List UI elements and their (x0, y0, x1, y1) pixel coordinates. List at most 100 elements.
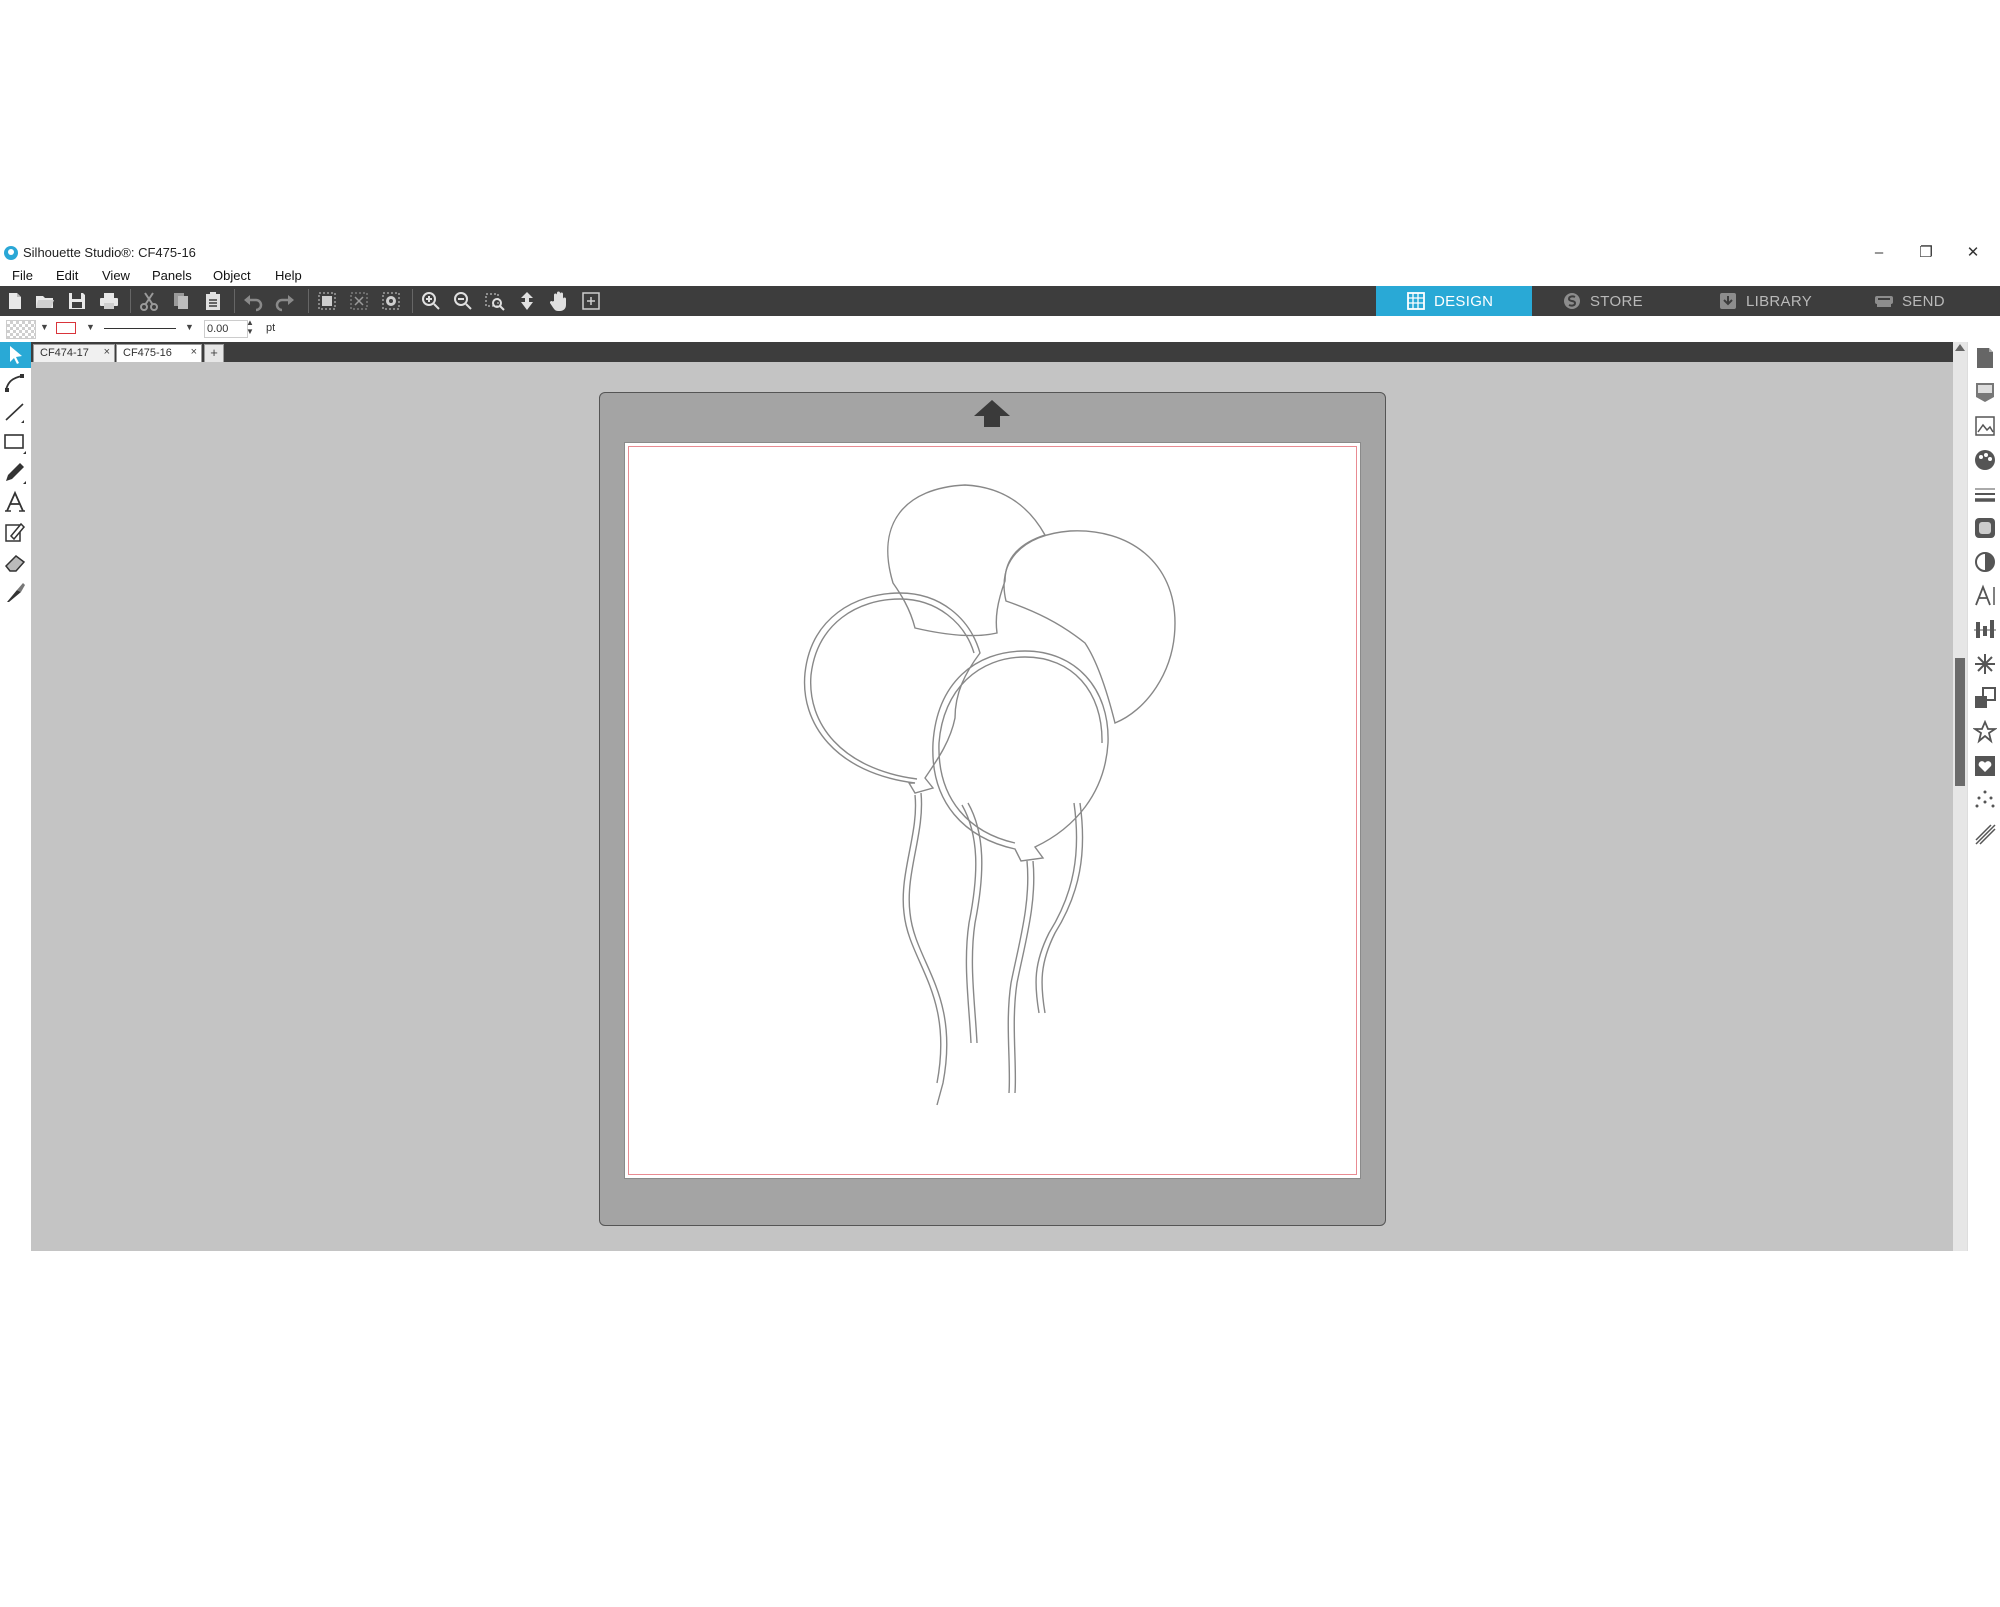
main-toolbar: DESIGN STORE LIBRARY SEND (0, 286, 2000, 316)
toolbar-separator (234, 289, 235, 313)
doc-tab-label: CF475-16 (123, 347, 172, 359)
fill-swatch[interactable] (6, 320, 36, 339)
toolbar-separator (130, 289, 131, 313)
shadow-icon[interactable] (1973, 550, 1997, 574)
balloons-design[interactable] (625, 443, 1360, 1178)
menu-view[interactable]: View (102, 268, 130, 283)
zoom-out-icon[interactable] (450, 289, 476, 313)
line-style-dropdown-arrow-icon[interactable]: ▼ (185, 322, 194, 332)
ungroup-icon[interactable] (346, 289, 372, 313)
pencil-tool-icon[interactable] (3, 460, 29, 486)
line-color-swatch[interactable] (56, 322, 76, 334)
edit-points-icon[interactable] (3, 370, 29, 396)
balloon-shape (803, 592, 981, 794)
menu-file[interactable]: File (12, 268, 33, 283)
doc-tab-close-button[interactable]: × (191, 346, 197, 358)
new-document-icon[interactable] (2, 289, 28, 313)
fill-color-icon[interactable] (1973, 448, 1997, 472)
line-tool-icon[interactable] (3, 400, 29, 426)
paste-icon[interactable] (200, 289, 226, 313)
library-download-icon (1720, 293, 1736, 309)
undo-icon[interactable] (240, 289, 266, 313)
line-style-preview[interactable] (104, 328, 176, 329)
fit-window-icon[interactable] (578, 289, 604, 313)
doc-tab-cf474-17[interactable]: CF474-17 × (33, 344, 115, 363)
pattern-fill-icon[interactable] (1973, 516, 1997, 540)
close-button[interactable]: ✕ (1951, 241, 1995, 265)
cutting-mat (599, 392, 1386, 1226)
open-folder-icon[interactable] (32, 289, 58, 313)
balloon-string (967, 802, 983, 1044)
menu-object[interactable]: Object (213, 268, 251, 283)
tab-send-label: SEND (1902, 293, 1945, 310)
new-tab-button[interactable]: + (204, 344, 224, 363)
tab-store[interactable]: STORE (1532, 286, 1688, 316)
store-logo-icon (1564, 293, 1580, 309)
tab-library[interactable]: LIBRARY (1688, 286, 1844, 316)
scroll-thumb[interactable] (1955, 658, 1965, 786)
copy-icon[interactable] (168, 289, 194, 313)
image-trace-icon[interactable] (1973, 414, 1997, 438)
balloon-string (902, 794, 942, 1084)
pan-hand-icon[interactable] (546, 289, 572, 313)
fit-to-page-icon[interactable] (514, 289, 540, 313)
menu-help[interactable]: Help (275, 268, 302, 283)
align-icon[interactable] (1973, 618, 1997, 642)
zoom-in-icon[interactable] (418, 289, 444, 313)
menu-edit[interactable]: Edit (56, 268, 78, 283)
cut-icon[interactable] (136, 289, 162, 313)
point-trace-icon[interactable] (1973, 788, 1997, 812)
sketch-icon[interactable] (1973, 822, 1997, 846)
scroll-up-arrow-icon[interactable] (1955, 344, 1965, 351)
restore-button[interactable]: ❐ (1904, 241, 1948, 265)
tab-library-label: LIBRARY (1746, 293, 1813, 310)
left-toolbar (0, 342, 31, 1251)
select-icon[interactable] (0, 342, 31, 368)
mat-load-direction-arrow-icon (974, 400, 1010, 427)
zoom-selection-icon[interactable] (482, 289, 508, 313)
toolbar-separator (412, 289, 413, 313)
minimize-button[interactable]: – (1857, 241, 1901, 265)
design-grid-icon (1407, 292, 1425, 310)
design-canvas[interactable] (31, 362, 1953, 1251)
replicate-icon[interactable] (1972, 719, 1998, 744)
print-icon[interactable] (96, 289, 122, 313)
line-color-dropdown-arrow-icon[interactable]: ▼ (86, 322, 95, 332)
registration-marks-icon[interactable] (1973, 380, 1997, 404)
rectangle-tool-icon[interactable] (3, 430, 29, 456)
page-setup-icon[interactable] (1973, 346, 1997, 370)
library-design-icon[interactable] (1973, 754, 1997, 778)
transform-icon[interactable] (1973, 652, 1997, 676)
line-width-unit: pt (266, 322, 276, 334)
doc-tab-close-button[interactable]: × (104, 346, 110, 358)
right-panel-toolbar (1967, 342, 2000, 1251)
doc-tab-cf475-16[interactable]: CF475-16 × (116, 344, 202, 363)
eraser-tool-icon[interactable] (3, 550, 29, 576)
save-icon[interactable] (64, 289, 90, 313)
menu-panels[interactable]: Panels (152, 268, 192, 283)
text-tool-icon[interactable] (3, 490, 29, 516)
fill-dropdown-arrow-icon[interactable]: ▼ (40, 322, 49, 332)
design-page[interactable] (624, 442, 1361, 1179)
line-width-stepper[interactable]: ▲ ▼ (246, 318, 254, 336)
balloon-string (1013, 860, 1035, 1094)
app-logo-icon (4, 246, 18, 260)
group-icon[interactable] (314, 289, 340, 313)
tab-send[interactable]: SEND (1844, 286, 2000, 316)
toolbar-separator (308, 289, 309, 313)
line-style-icon[interactable] (1973, 482, 1997, 506)
balloon-string (961, 804, 977, 1044)
vertical-scrollbar[interactable] (1953, 342, 1967, 1251)
balloon-shape (1003, 530, 1176, 724)
tab-design-label: DESIGN (1434, 293, 1494, 310)
cutter-machine-icon (1875, 296, 1893, 307)
tab-design[interactable]: DESIGN (1376, 286, 1532, 316)
text-style-icon[interactable] (1973, 584, 1997, 608)
offset-icon[interactable] (1973, 686, 1997, 710)
tab-store-label: STORE (1590, 293, 1643, 310)
fill-tool-icon[interactable] (3, 520, 29, 546)
line-width-input[interactable]: 0.00 (204, 320, 248, 338)
knife-tool-icon[interactable] (3, 580, 29, 606)
compound-path-icon[interactable] (378, 289, 404, 313)
redo-icon[interactable] (272, 289, 298, 313)
